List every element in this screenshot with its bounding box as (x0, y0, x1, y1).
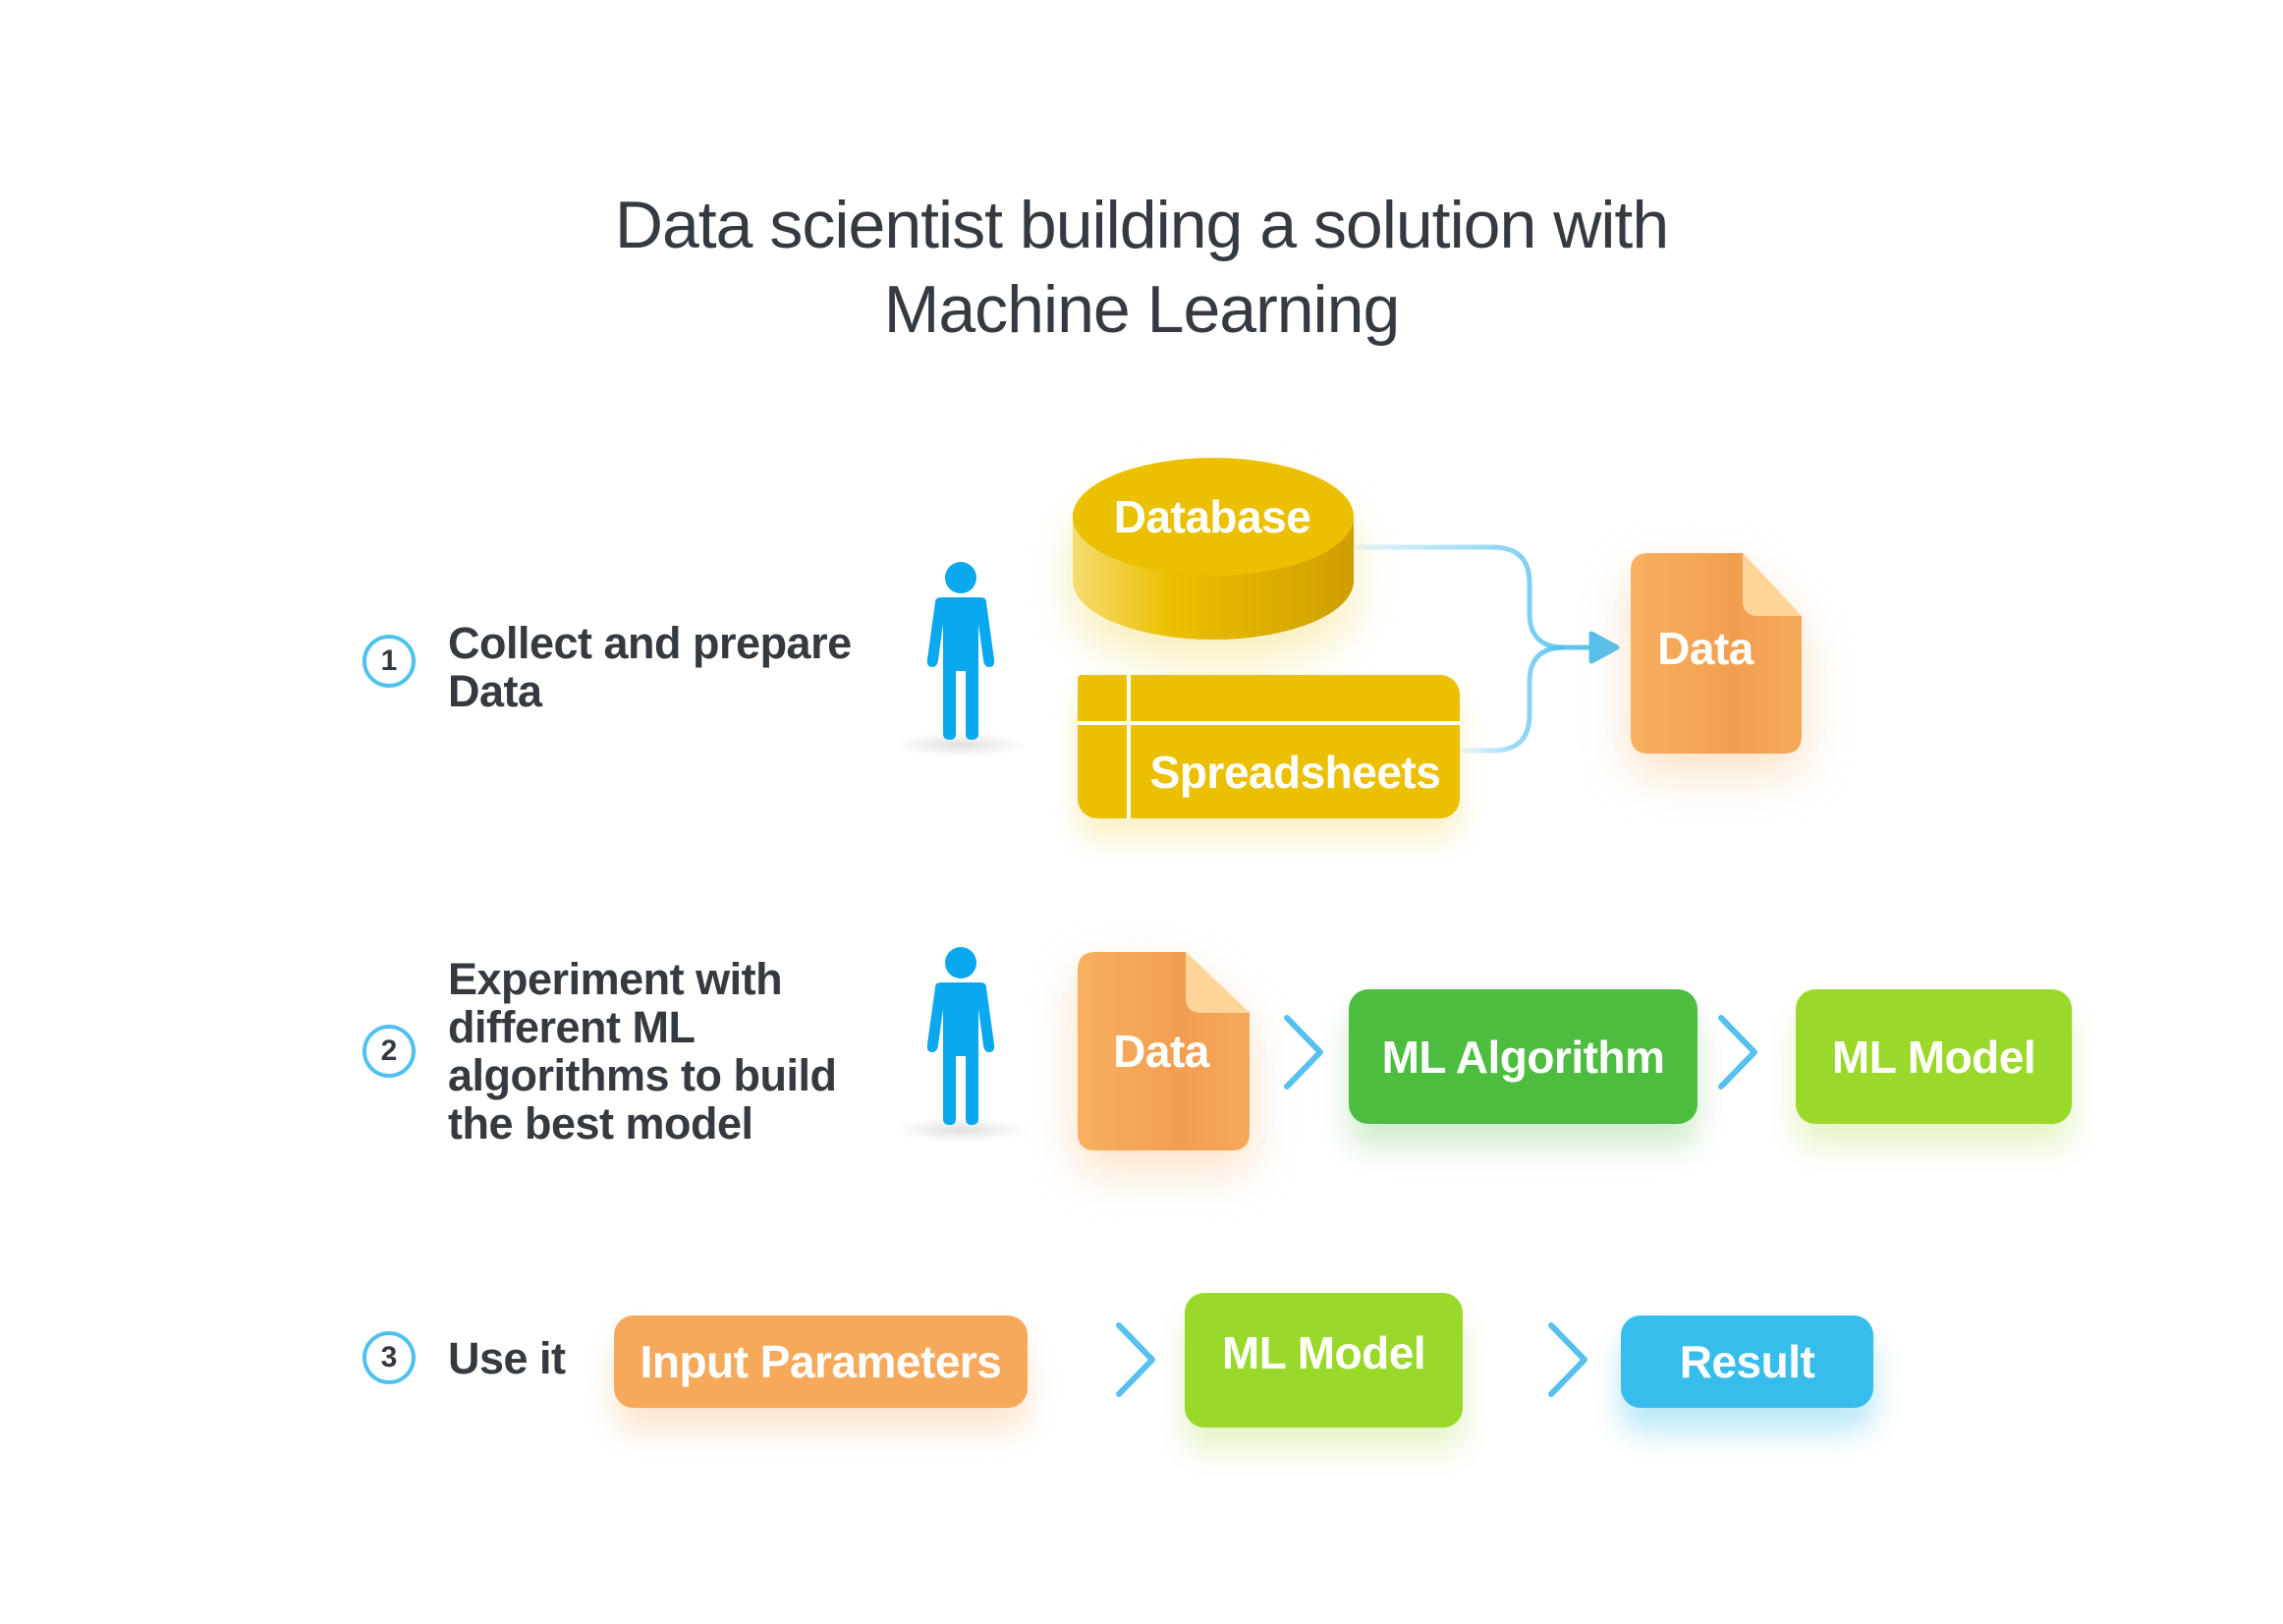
arrow-right-icon (1460, 1322, 1587, 1397)
step-3-arrows (1025, 1322, 1587, 1397)
arrow-right-icon (1025, 1322, 1155, 1397)
ml-model-node: ML Model (1185, 1293, 1463, 1428)
result-node: Result (1621, 1316, 1873, 1408)
